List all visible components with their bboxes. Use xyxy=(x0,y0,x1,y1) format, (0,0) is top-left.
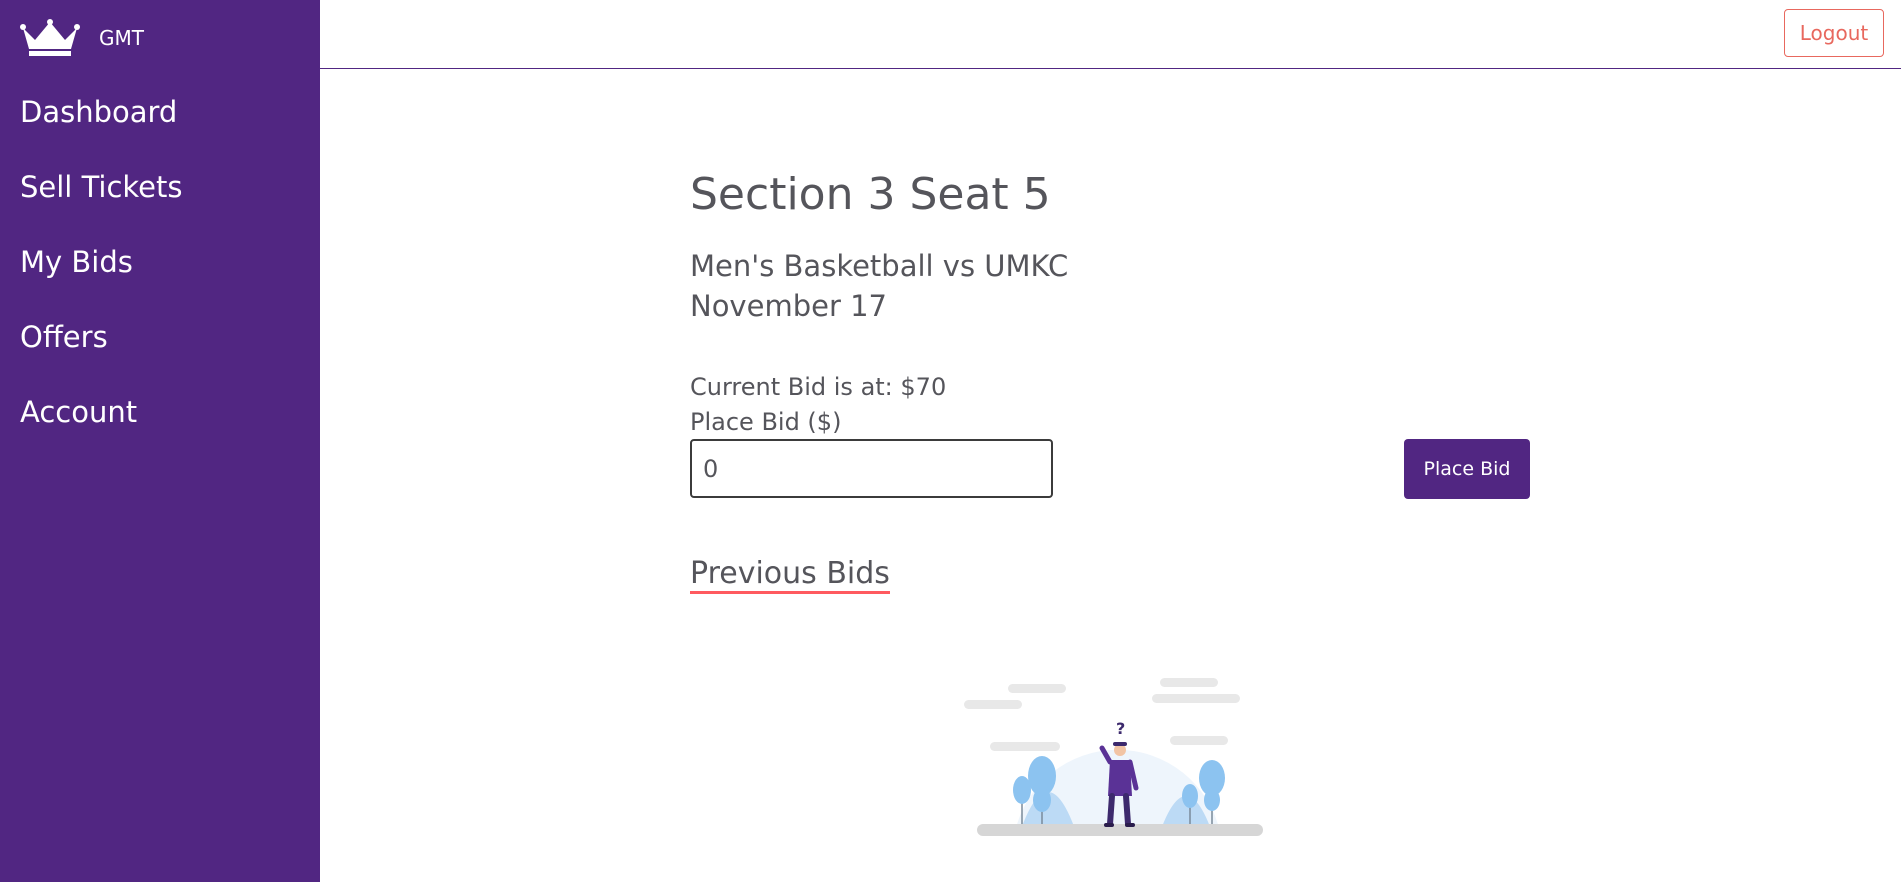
sidebar: GMT Dashboard Sell Tickets My Bids Offer… xyxy=(0,0,320,882)
logout-button[interactable]: Logout xyxy=(1784,9,1884,57)
previous-bids-heading[interactable]: Previous Bids xyxy=(690,557,890,594)
sidebar-item-dashboard[interactable]: Dashboard xyxy=(20,90,183,165)
page-title: Section 3 Seat 5 xyxy=(690,169,1051,220)
svg-text:?: ? xyxy=(1116,719,1125,738)
crown-icon xyxy=(20,19,80,56)
current-bid-text: Current Bid is at: $70 xyxy=(690,373,947,401)
bid-amount-input[interactable] xyxy=(690,439,1053,498)
ticket-detail: Section 3 Seat 5 Men's Basketball vs UMK… xyxy=(690,168,1540,594)
sidebar-item-account[interactable]: Account xyxy=(20,390,183,465)
sidebar-nav: Dashboard Sell Tickets My Bids Offers Ac… xyxy=(20,90,183,465)
event-name: Men's Basketball vs UMKC xyxy=(690,249,1069,283)
top-bar: Logout xyxy=(320,0,1901,69)
bid-row: Place Bid xyxy=(690,439,1540,499)
sidebar-item-sell-tickets[interactable]: Sell Tickets xyxy=(20,165,183,240)
bid-input-label: Place Bid ($) xyxy=(690,408,842,436)
place-bid-button[interactable]: Place Bid xyxy=(1404,439,1530,499)
empty-state-illustration: ? xyxy=(964,678,1263,836)
sidebar-item-my-bids[interactable]: My Bids xyxy=(20,240,183,315)
brand-name: GMT xyxy=(99,26,144,50)
sidebar-item-offers[interactable]: Offers xyxy=(20,315,183,390)
event-date: November 17 xyxy=(690,289,887,323)
brand[interactable]: GMT xyxy=(20,16,144,60)
